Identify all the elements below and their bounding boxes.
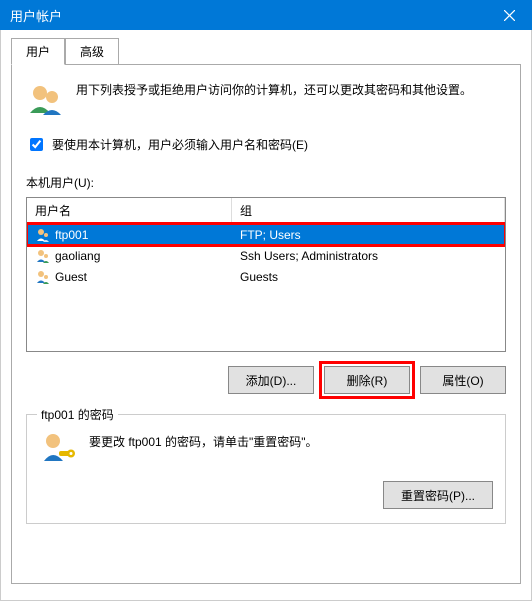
user-name-text: Guest: [55, 270, 87, 284]
user-row[interactable]: gaoliang Ssh Users; Administrators: [27, 245, 505, 266]
password-row: 要更改 ftp001 的密码，请单击"重置密码"。: [39, 427, 493, 467]
intro-text: 用下列表授予或拒绝用户访问你的计算机，还可以更改其密码和其他设置。: [76, 79, 506, 119]
user-group-cell: FTP; Users: [232, 228, 505, 242]
tab-panel-users: 用下列表授予或拒绝用户访问你的计算机，还可以更改其密码和其他设置。 要使用本计算…: [11, 64, 521, 584]
password-legend: ftp001 的密码: [37, 406, 118, 423]
user-name-text: gaoliang: [55, 249, 100, 263]
password-button-row: 重置密码(P)...: [39, 481, 493, 509]
user-icon: [35, 248, 51, 264]
title-bar: 用户帐户: [0, 0, 532, 30]
user-buttons-row: 添加(D)... 删除(R) 属性(O): [26, 366, 506, 394]
properties-button[interactable]: 属性(O): [420, 366, 506, 394]
user-row[interactable]: ftp001 FTP; Users: [27, 224, 505, 245]
window-title: 用户帐户: [10, 6, 487, 25]
user-name-cell: ftp001: [27, 227, 232, 243]
user-name-cell: Guest: [27, 269, 232, 285]
tab-users[interactable]: 用户: [11, 38, 65, 65]
close-button[interactable]: [487, 0, 532, 30]
reset-password-button[interactable]: 重置密码(P)...: [383, 481, 493, 509]
tab-strip: 用户 高级: [11, 38, 521, 64]
require-login-checkbox[interactable]: [30, 138, 43, 151]
close-icon: [504, 10, 515, 21]
users-icon: [26, 79, 66, 119]
user-icon: [35, 269, 51, 285]
users-listview[interactable]: 用户名 组 ftp001 FTP; Users gaoliang Ssh Users;…: [26, 197, 506, 352]
user-group-cell: Ssh Users; Administrators: [232, 249, 505, 263]
user-icon: [35, 227, 51, 243]
user-row[interactable]: Guest Guests: [27, 266, 505, 287]
users-list-label: 本机用户(U):: [26, 174, 506, 191]
add-button[interactable]: 添加(D)...: [228, 366, 314, 394]
key-user-icon: [39, 427, 79, 467]
user-name-text: ftp001: [55, 228, 88, 242]
require-login-row: 要使用本计算机，用户必须输入用户名和密码(E): [26, 135, 506, 154]
intro-row: 用下列表授予或拒绝用户访问你的计算机，还可以更改其密码和其他设置。: [26, 79, 506, 119]
password-text: 要更改 ftp001 的密码，请单击"重置密码"。: [89, 427, 318, 450]
password-fieldset: ftp001 的密码 要更改 ftp001 的密码，请单击"重置密码"。 重置密…: [26, 414, 506, 524]
column-group[interactable]: 组: [232, 198, 505, 223]
user-group-cell: Guests: [232, 270, 505, 284]
user-name-cell: gaoliang: [27, 248, 232, 264]
tab-advanced[interactable]: 高级: [65, 38, 119, 65]
users-header: 用户名 组: [27, 198, 505, 224]
column-username[interactable]: 用户名: [27, 198, 232, 223]
window-body: 用户 高级 用下列表授予或拒绝用户访问你的计算机，还可以更改其密码和其他设置。 …: [0, 30, 532, 601]
require-login-label: 要使用本计算机，用户必须输入用户名和密码(E): [52, 136, 308, 153]
remove-button[interactable]: 删除(R): [324, 366, 410, 394]
